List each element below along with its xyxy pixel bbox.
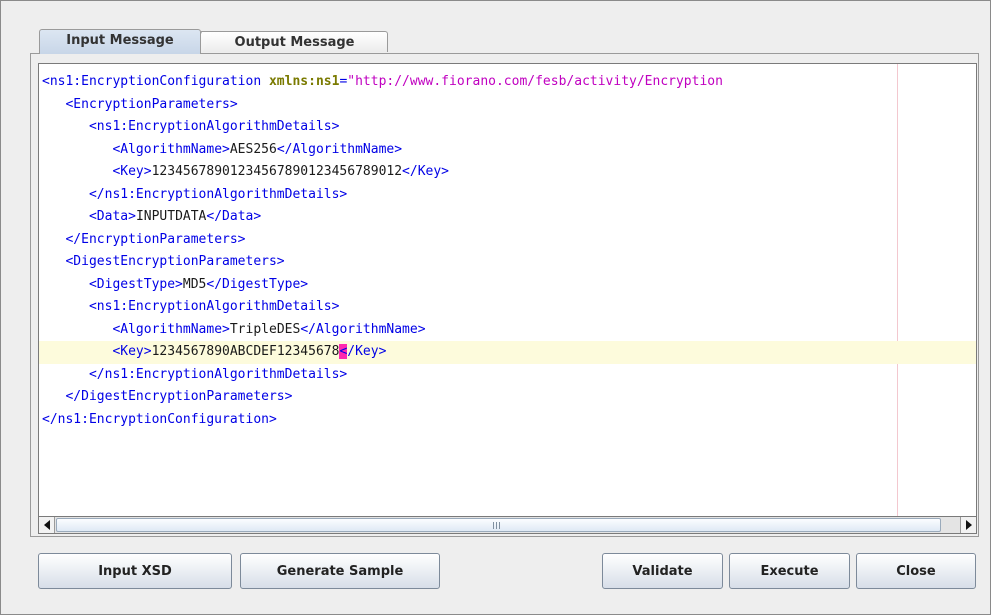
code-line: </ns1:EncryptionConfiguration> bbox=[42, 409, 976, 432]
dialog-window: Input Message Output Message <ns1:Encryp… bbox=[0, 0, 991, 615]
execute-button[interactable]: Execute bbox=[729, 553, 850, 589]
code-token: 12345678901234567890123456789012 bbox=[151, 164, 403, 179]
code-token: <AlgorithmName> bbox=[112, 141, 230, 157]
code-line: <AlgorithmName>TripleDES</AlgorithmName> bbox=[42, 319, 976, 342]
code-line: <Data>INPUTDATA</Data> bbox=[42, 206, 976, 229]
code-token: <ns1:EncryptionAlgorithmDetails> bbox=[88, 119, 340, 134]
code-line: </ns1:EncryptionAlgorithmDetails> bbox=[42, 364, 976, 387]
code-line: <EncryptionParameters> bbox=[42, 94, 976, 117]
code-token: "http://www.fiorano.com/fesb/activity/En… bbox=[347, 74, 723, 89]
code-token: </AlgorithmName> bbox=[300, 321, 426, 337]
code-line: <AlgorithmName>AES256</AlgorithmName> bbox=[42, 139, 976, 162]
code-token: AES256 bbox=[229, 141, 277, 157]
code-line: </DigestEncryptionParameters> bbox=[42, 386, 976, 409]
code-token: <AlgorithmName> bbox=[112, 321, 230, 337]
code-token: /Key> bbox=[347, 344, 387, 359]
code-token: xmlns:ns1 bbox=[268, 74, 340, 89]
code-token: MD5 bbox=[182, 276, 207, 292]
code-token: <DigestEncryptionParameters> bbox=[65, 254, 285, 269]
code-token: 1234567890ABCDEF12345678 bbox=[151, 344, 340, 359]
tab-input-message[interactable]: Input Message bbox=[39, 29, 201, 54]
horizontal-scrollbar[interactable] bbox=[38, 517, 977, 534]
code-token: </ns1:EncryptionAlgorithmDetails> bbox=[88, 186, 348, 202]
grip-icon bbox=[493, 522, 500, 529]
code-line: </ns1:EncryptionAlgorithmDetails> bbox=[42, 184, 976, 207]
code-token: </DigestType> bbox=[206, 276, 309, 292]
code-token: <EncryptionParameters> bbox=[65, 96, 238, 112]
validate-button[interactable]: Validate bbox=[602, 553, 723, 589]
scroll-left-button[interactable] bbox=[39, 517, 55, 533]
code-token: <ns1:EncryptionAlgorithmDetails> bbox=[88, 299, 340, 314]
code-line: <DigestEncryptionParameters> bbox=[42, 251, 976, 274]
code-line: <ns1:EncryptionConfiguration xmlns:ns1="… bbox=[42, 71, 976, 94]
code-token: </AlgorithmName> bbox=[276, 141, 403, 157]
code-line: <ns1:EncryptionAlgorithmDetails> bbox=[42, 116, 976, 139]
code-token: </Data> bbox=[206, 209, 262, 224]
arrow-left-icon bbox=[44, 520, 50, 530]
code-line: <ns1:EncryptionAlgorithmDetails> bbox=[42, 296, 976, 319]
code-token: <Key> bbox=[112, 344, 152, 359]
code-line: </EncryptionParameters> bbox=[42, 229, 976, 252]
generate-sample-button[interactable]: Generate Sample bbox=[240, 553, 440, 589]
code-line-current: <Key>1234567890ABCDEF12345678</Key> bbox=[39, 341, 976, 364]
code-token: </Key> bbox=[402, 164, 450, 179]
code-token: <DigestType> bbox=[88, 276, 183, 292]
code-token: </DigestEncryptionParameters> bbox=[65, 389, 293, 404]
scroll-thumb[interactable] bbox=[56, 518, 941, 532]
code-token: <Key> bbox=[112, 164, 152, 179]
code-token: </ns1:EncryptionConfiguration> bbox=[42, 411, 277, 427]
arrow-right-icon bbox=[966, 520, 972, 530]
code-line: <DigestType>MD5</DigestType> bbox=[42, 274, 976, 297]
code-token: </EncryptionParameters> bbox=[65, 231, 246, 247]
close-button[interactable]: Close bbox=[856, 553, 976, 589]
code-token: TripleDES bbox=[229, 321, 301, 337]
tab-output-message[interactable]: Output Message bbox=[202, 31, 388, 52]
code-token: </ns1:EncryptionAlgorithmDetails> bbox=[88, 366, 348, 382]
code-token: <ns1:EncryptionConfiguration bbox=[42, 74, 269, 89]
code-line: <Key>12345678901234567890123456789012</K… bbox=[42, 161, 976, 184]
xml-editor[interactable]: <ns1:EncryptionConfiguration xmlns:ns1="… bbox=[38, 63, 977, 517]
code-area: <ns1:EncryptionConfiguration xmlns:ns1="… bbox=[39, 71, 976, 432]
scroll-right-button[interactable] bbox=[960, 517, 976, 533]
code-token: INPUTDATA bbox=[135, 209, 207, 224]
input-xsd-button[interactable]: Input XSD bbox=[38, 553, 232, 589]
code-token: <Data> bbox=[88, 209, 136, 224]
